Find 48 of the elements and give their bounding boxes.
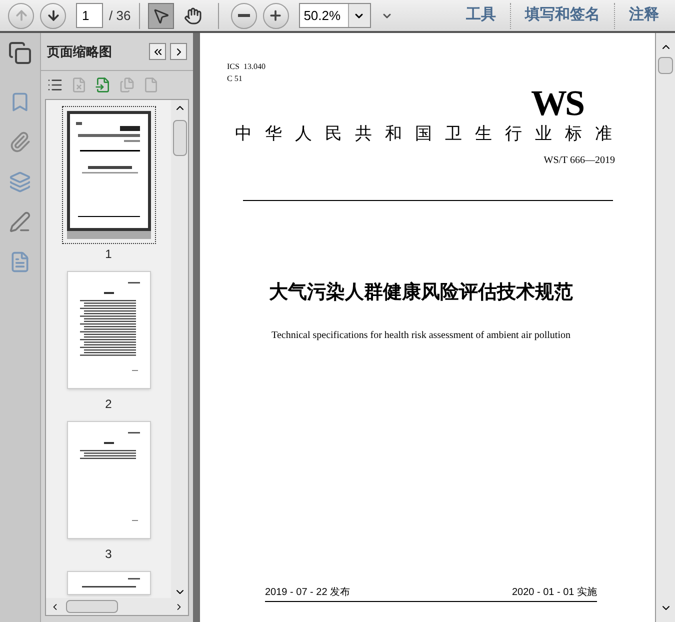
hand-icon	[184, 6, 202, 24]
arrow-down-icon	[46, 8, 60, 23]
panel-title: 页面缩略图	[47, 42, 113, 61]
standard-category: 中华人民共和国卫生行业标准	[235, 123, 626, 145]
insert-page-icon[interactable]	[95, 77, 111, 93]
toolbar-menu-link[interactable]: 填写和签名	[517, 4, 608, 27]
paperclip-icon[interactable]	[9, 131, 31, 153]
document-title: 大气污染人群健康风险评估技术规范	[268, 280, 574, 305]
page-icon[interactable]	[143, 77, 159, 93]
layers-icon[interactable]	[9, 171, 31, 193]
classification-code: ICS 13.040	[227, 61, 266, 73]
standard-logo: WS	[530, 87, 583, 119]
plus-icon	[268, 8, 284, 23]
copy-page-icon[interactable]	[119, 77, 135, 93]
select-tool-button[interactable]	[148, 2, 174, 28]
document-icon[interactable]	[9, 251, 31, 273]
document-scrollbar[interactable]	[655, 33, 675, 622]
effective-date: 2020 - 01 - 01 实施	[512, 586, 597, 600]
horizontal-scrollbar[interactable]	[46, 598, 188, 615]
zoom-field[interactable]: 50.2%	[298, 3, 371, 28]
standard-number: WS/T 666—2019	[544, 154, 615, 168]
scrollbar-thumb[interactable]	[66, 600, 118, 613]
classification-code: C 51	[227, 73, 244, 85]
minus-icon	[238, 14, 250, 17]
delete-page-icon[interactable]	[71, 77, 87, 93]
issue-date: 2019 - 07 - 22 发布	[265, 586, 350, 600]
zoom-out-button[interactable]	[230, 2, 257, 28]
page-total: / 36	[109, 6, 131, 25]
toolbar-menu-link[interactable]: 工具	[458, 4, 504, 27]
vertical-scrollbar[interactable]	[171, 100, 188, 598]
collapse-panel-button[interactable]	[149, 43, 166, 60]
pages-icon[interactable]	[8, 41, 32, 65]
next-page-button[interactable]	[40, 2, 66, 28]
page-thumbnail[interactable]	[66, 111, 150, 231]
scrollbar-thumb[interactable]	[172, 120, 186, 156]
cursor-icon	[152, 6, 170, 24]
options-menu-icon[interactable]	[47, 77, 63, 93]
toolbar-menu-link[interactable]: 注释	[621, 4, 667, 27]
scrollbar-thumb[interactable]	[658, 57, 673, 74]
page-number: 1	[105, 248, 112, 260]
signature-icon[interactable]	[9, 211, 31, 233]
page-number: 3	[105, 548, 112, 560]
page-number-field[interactable]: 1	[76, 3, 103, 28]
zoom-in-button[interactable]	[262, 2, 289, 28]
expand-panel-button[interactable]	[170, 43, 187, 60]
document-subtitle: Technical specifications for health risk assessment of ambient air pollution	[270, 328, 572, 342]
page-number: 2	[105, 398, 112, 410]
previous-page-button[interactable]	[8, 2, 34, 28]
